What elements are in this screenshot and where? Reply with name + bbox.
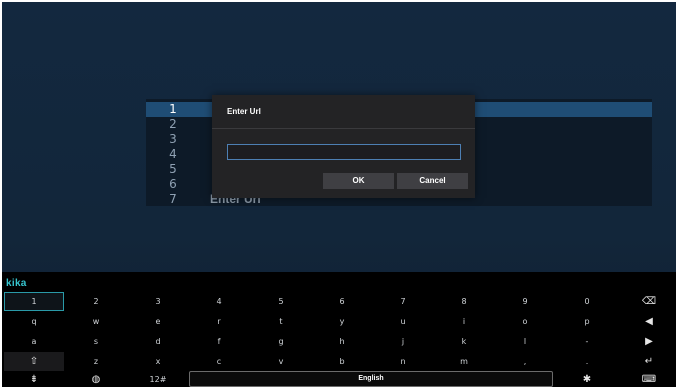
- enter-icon[interactable]: ↵: [622, 352, 676, 371]
- key-comma[interactable]: ,: [495, 352, 555, 371]
- list-row-number: 3: [169, 132, 177, 146]
- key-z[interactable]: z: [66, 352, 126, 371]
- key-9[interactable]: 9: [495, 292, 555, 311]
- key-6[interactable]: 6: [312, 292, 372, 311]
- keyboard-row-middle-letters: a s d f g h j k l - ▶: [2, 332, 676, 351]
- key-8[interactable]: 8: [434, 292, 494, 311]
- key-s[interactable]: s: [66, 332, 126, 351]
- url-input[interactable]: [227, 144, 461, 160]
- numbers-symbols-key[interactable]: 12#: [128, 370, 188, 387]
- key-l[interactable]: l: [495, 332, 555, 351]
- key-5[interactable]: 5: [251, 292, 311, 311]
- key-y[interactable]: y: [312, 312, 372, 331]
- onscreen-keyboard: kika 1 2 3 4 5 6 7 8 9 0 ⌫ q w e r t y u…: [2, 272, 676, 387]
- key-r[interactable]: r: [189, 312, 249, 331]
- keyboard-row-top-letters: q w e r t y u i o p ◀: [2, 312, 676, 331]
- settings-icon[interactable]: ✱: [557, 370, 617, 387]
- key-b[interactable]: b: [312, 352, 372, 371]
- key-j[interactable]: j: [373, 332, 433, 351]
- key-n[interactable]: n: [373, 352, 433, 371]
- key-c[interactable]: c: [189, 352, 249, 371]
- globe-icon[interactable]: ◍: [66, 370, 126, 387]
- key-q[interactable]: q: [4, 312, 64, 331]
- list-row-number: 4: [169, 147, 177, 161]
- list-row-number: 6: [169, 177, 177, 191]
- key-x[interactable]: x: [128, 352, 188, 371]
- tv-screen: 1 2 3 4 5 6 7 Enter Url Enter Url OK Can…: [2, 2, 676, 387]
- key-f[interactable]: f: [189, 332, 249, 351]
- keyboard-brand-logo: kika: [6, 278, 27, 289]
- key-7[interactable]: 7: [373, 292, 433, 311]
- space-key[interactable]: English: [189, 371, 553, 387]
- key-e[interactable]: e: [128, 312, 188, 331]
- key-d[interactable]: d: [128, 332, 188, 351]
- enter-url-dialog: Enter Url OK Cancel: [212, 95, 475, 198]
- key-dash[interactable]: -: [557, 332, 617, 351]
- key-k[interactable]: k: [434, 332, 494, 351]
- key-g[interactable]: g: [251, 332, 311, 351]
- key-v[interactable]: v: [251, 352, 311, 371]
- key-h[interactable]: h: [312, 332, 372, 351]
- key-m[interactable]: m: [434, 352, 494, 371]
- key-2[interactable]: 2: [66, 292, 126, 311]
- key-3[interactable]: 3: [128, 292, 188, 311]
- keyboard-icon[interactable]: ⌨: [622, 370, 676, 387]
- list-row-number: 1: [169, 102, 177, 116]
- list-row-number: 2: [169, 117, 177, 131]
- key-u[interactable]: u: [373, 312, 433, 331]
- keyboard-row-bottom-bar: ⇟ ◍ 12# English ✱ ⌨: [2, 370, 676, 387]
- key-0[interactable]: 0: [557, 292, 617, 311]
- key-period[interactable]: .: [557, 352, 617, 371]
- key-a[interactable]: a: [4, 332, 64, 351]
- keyboard-row-bottom-letters: ⇧ z x c v b n m , . ↵: [2, 352, 676, 371]
- cancel-button[interactable]: Cancel: [397, 173, 468, 189]
- keyboard-row-numbers: 1 2 3 4 5 6 7 8 9 0 ⌫: [2, 292, 676, 311]
- dialog-divider: [212, 128, 475, 129]
- key-w[interactable]: w: [66, 312, 126, 331]
- arrow-right-icon[interactable]: ▶: [622, 332, 676, 351]
- arrow-left-icon[interactable]: ◀: [622, 312, 676, 331]
- key-t[interactable]: t: [251, 312, 311, 331]
- shift-icon[interactable]: ⇧: [4, 352, 64, 371]
- key-1[interactable]: 1: [4, 292, 64, 311]
- dialog-title: Enter Url: [227, 107, 261, 116]
- backspace-icon[interactable]: ⌫: [622, 292, 676, 311]
- list-row-number: 7: [169, 192, 177, 206]
- hide-keyboard-icon[interactable]: ⇟: [4, 370, 64, 387]
- key-i[interactable]: i: [434, 312, 494, 331]
- key-p[interactable]: p: [557, 312, 617, 331]
- key-4[interactable]: 4: [189, 292, 249, 311]
- list-row-number: 5: [169, 162, 177, 176]
- key-o[interactable]: o: [495, 312, 555, 331]
- ok-button[interactable]: OK: [323, 173, 394, 189]
